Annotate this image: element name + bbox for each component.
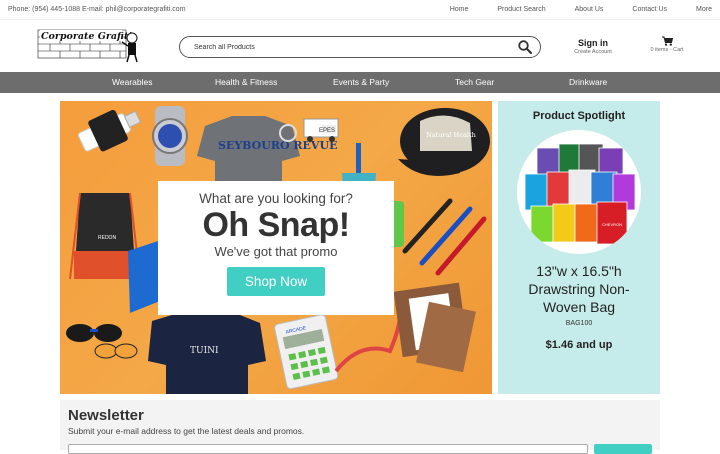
spotlight-sku: BAG100 bbox=[565, 320, 593, 327]
bag-brand-print: CHEVRON bbox=[602, 222, 622, 227]
usb-drive-icon bbox=[78, 109, 142, 152]
hero-banner[interactable]: SEYBOURO REVUE EPES Natural Health REDON… bbox=[60, 101, 492, 394]
svg-text:Corporate Grafiti: Corporate Grafiti bbox=[41, 31, 132, 42]
nav-home-link[interactable]: Home bbox=[450, 6, 469, 13]
logo-graphic: Corporate Grafiti bbox=[37, 29, 138, 63]
cap-icon: Natural Health bbox=[398, 108, 490, 176]
spotlight-product-name[interactable]: 13"w x 16.5"h Drawstring Non-Woven Bag bbox=[498, 262, 660, 316]
search-icon[interactable] bbox=[518, 40, 532, 54]
category-events-party[interactable]: Events & Party bbox=[333, 77, 389, 87]
newsletter-submit-button[interactable] bbox=[594, 444, 652, 454]
blue-bag-icon bbox=[128, 241, 160, 313]
bag-tag-print: REDON bbox=[98, 235, 116, 241]
calculator-icon: ARCADE bbox=[274, 314, 339, 390]
create-account-link[interactable]: Create Account bbox=[572, 49, 614, 55]
sign-in[interactable]: Sign in Create Account bbox=[572, 38, 614, 55]
nav-product-search-link[interactable]: Product Search bbox=[497, 6, 545, 13]
watch-icon bbox=[152, 106, 188, 166]
sunglasses-icon bbox=[66, 324, 138, 359]
truck-print: EPES bbox=[319, 128, 335, 134]
shop-now-button[interactable]: Shop Now bbox=[227, 267, 325, 296]
newsletter-email-input[interactable] bbox=[68, 444, 588, 454]
padfolio-icon bbox=[393, 282, 476, 373]
search-bar bbox=[179, 36, 541, 58]
cart-label[interactable]: 0 items - Cart bbox=[646, 47, 688, 53]
pens-icon bbox=[402, 198, 487, 276]
spotlight-heading: Product Spotlight bbox=[532, 110, 626, 122]
newsletter-section: Newsletter Submit your e-mail address to… bbox=[60, 400, 660, 454]
navy-shirt-print: TUINI bbox=[190, 346, 219, 356]
category-tech-gear[interactable]: Tech Gear bbox=[455, 77, 494, 87]
top-bar: Phone: (954) 445-1088 E-mail: phil@corpo… bbox=[0, 0, 720, 20]
logo[interactable]: Corporate Grafiti bbox=[36, 26, 140, 64]
nav-more-link[interactable]: More bbox=[696, 6, 712, 13]
nav-about-link[interactable]: About Us bbox=[575, 6, 604, 13]
promo-subline: We've got that promo bbox=[214, 244, 338, 259]
tshirt-print: SEYBOURO REVUE bbox=[218, 139, 337, 152]
cart-icon[interactable] bbox=[661, 36, 673, 46]
cap-print: Natural Health bbox=[426, 131, 476, 139]
search-input[interactable] bbox=[194, 43, 518, 51]
cart[interactable]: 0 items - Cart bbox=[646, 36, 688, 53]
navy-tshirt-icon: TUINI bbox=[148, 311, 266, 394]
contact-info: Phone: (954) 445-1088 E-mail: phil@corpo… bbox=[8, 6, 186, 13]
promo-box: What are you looking for? Oh Snap! We've… bbox=[158, 181, 394, 315]
newsletter-heading: Newsletter bbox=[68, 407, 144, 424]
promo-headline: Oh Snap! bbox=[202, 206, 350, 244]
category-drinkware[interactable]: Drinkware bbox=[569, 77, 607, 87]
drawstring-bags-image: CHEVRON bbox=[524, 143, 636, 245]
sign-in-label[interactable]: Sign in bbox=[572, 38, 614, 48]
top-nav: Home Product Search About Us Contact Us … bbox=[421, 6, 712, 13]
spotlight-product-image[interactable]: CHEVRON bbox=[517, 130, 641, 254]
category-health-fitness[interactable]: Health & Fitness bbox=[215, 77, 277, 87]
newsletter-description: Submit your e-mail address to get the la… bbox=[68, 426, 305, 436]
nav-contact-link[interactable]: Contact Us bbox=[632, 6, 667, 13]
category-nav: Wearables Health & Fitness Events & Part… bbox=[0, 72, 720, 93]
promo-question: What are you looking for? bbox=[199, 191, 353, 206]
spotlight-price: $1.46 and up bbox=[545, 339, 613, 351]
product-spotlight[interactable]: Product Spotlight CHEVRON 13"w x 16.5"h … bbox=[498, 101, 660, 394]
site-header: Corporate Grafiti Sign in Create Account… bbox=[0, 20, 720, 72]
category-wearables[interactable]: Wearables bbox=[112, 77, 152, 87]
